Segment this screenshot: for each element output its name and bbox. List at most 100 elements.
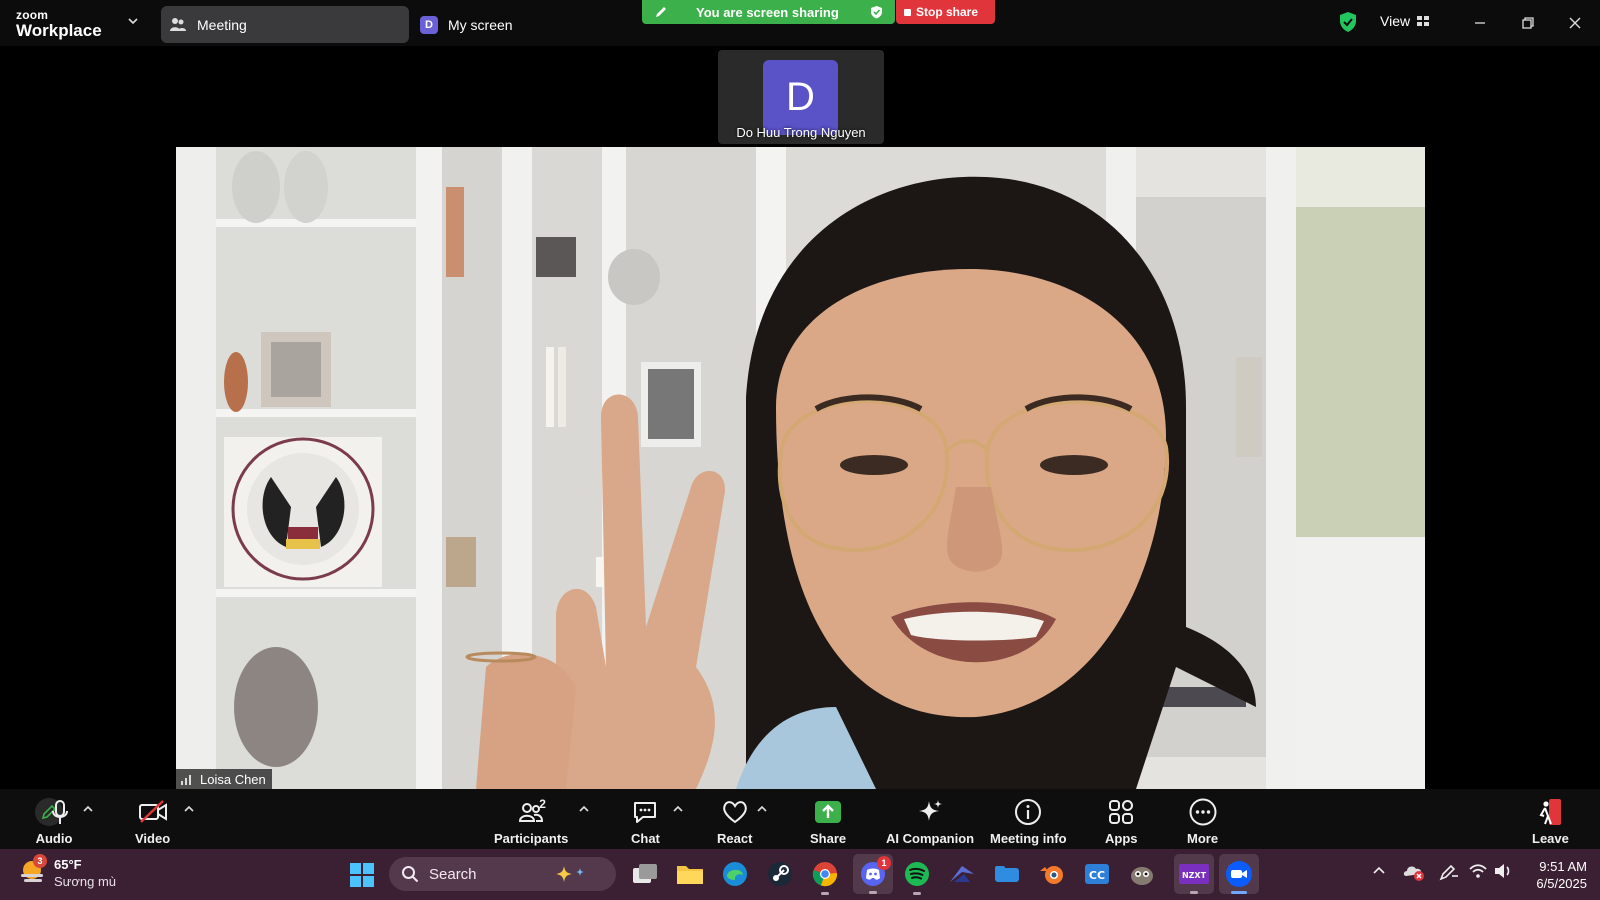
taskbar-search-input[interactable]: Search [389, 857, 616, 891]
chevron-down-icon[interactable] [126, 14, 140, 28]
more-button[interactable]: More [1187, 797, 1218, 846]
zoom-workplace-logo[interactable]: zoom Workplace [16, 9, 102, 39]
chrome-running-indicator [821, 892, 829, 895]
meeting-info-label: Meeting info [990, 831, 1067, 846]
security-shield-icon[interactable] [1338, 11, 1358, 33]
share-screen-icon [815, 801, 842, 823]
folder-app-icon[interactable] [992, 859, 1022, 889]
discord-notification-badge: 1 [877, 856, 891, 870]
zoom-app-icon[interactable] [1219, 854, 1259, 894]
view-label: View [1380, 13, 1411, 29]
share-label: Share [810, 831, 847, 846]
meeting-info-button[interactable]: Meeting info [990, 797, 1067, 846]
nzxt-cam-icon[interactable]: NZXT [1174, 854, 1214, 894]
screen-sharing-banner[interactable]: You are screen sharing [642, 0, 895, 24]
video-options-caret-icon[interactable] [183, 803, 195, 815]
task-view-icon[interactable] [630, 859, 660, 889]
leave-button[interactable]: Leave [1532, 797, 1569, 846]
thumbnail-participant-name: Do Huu Trong Nguyen [736, 125, 866, 140]
apps-button[interactable]: Apps [1105, 797, 1138, 846]
zoom-running-indicator [1231, 891, 1247, 894]
react-button[interactable]: React [717, 797, 752, 846]
file-explorer-icon[interactable] [675, 859, 705, 889]
system-clock[interactable]: 9:51 AM 6/5/2025 [1515, 858, 1587, 892]
video-label: Video [135, 831, 171, 846]
discord-running-indicator [869, 891, 877, 894]
participant-count: 2 [539, 797, 546, 811]
stop-icon [904, 8, 911, 16]
meeting-toolbar: Audio Video 2 Participants Chat React Sh… [0, 789, 1600, 849]
blender-icon[interactable] [1037, 859, 1067, 889]
close-button[interactable] [1562, 10, 1588, 36]
stop-share-label: Stop share [916, 5, 979, 19]
stop-share-button[interactable]: Stop share [896, 0, 995, 24]
heart-icon [722, 801, 747, 824]
annotate-pen-icon[interactable] [654, 5, 668, 19]
chrome-icon[interactable] [810, 859, 840, 895]
view-button[interactable]: View [1380, 13, 1430, 29]
search-icon [402, 866, 419, 883]
weather-condition: Sương mù [54, 874, 117, 889]
clock-date: 6/5/2025 [1536, 876, 1587, 891]
participant-thumbnail[interactable]: D Do Huu Trong Nguyen [718, 50, 884, 144]
windows-start-icon[interactable] [349, 862, 375, 888]
edge-browser-icon[interactable] [720, 859, 750, 889]
video-off-icon [138, 800, 167, 823]
participants-button[interactable]: 2 Participants [494, 797, 568, 846]
participants-icon [170, 17, 186, 31]
windows-taskbar: 3 65°F Sương mù Search 1 CC NZXT 9:51 AM… [0, 849, 1600, 900]
minimize-button[interactable] [1467, 10, 1493, 36]
participant-video-image [176, 147, 1425, 789]
spotify-running-indicator [913, 892, 921, 895]
title-bar: zoom Workplace Meeting D My screen You a… [0, 0, 1600, 46]
chat-button[interactable]: Chat [631, 797, 660, 846]
audio-label: Audio [35, 831, 73, 846]
wifi-icon[interactable] [1468, 862, 1488, 880]
volume-icon[interactable] [1493, 862, 1513, 880]
search-placeholder: Search [429, 865, 477, 883]
show-hidden-icons-chevron-icon[interactable] [1372, 864, 1386, 878]
restore-icon [1522, 17, 1534, 29]
svg-text:NZXT: NZXT [1182, 871, 1207, 880]
tab-my-screen-label: My screen [448, 16, 513, 33]
main-video-feed[interactable] [176, 147, 1425, 789]
weather-alert-badge: 3 [33, 854, 47, 868]
tab-meeting-label: Meeting [197, 16, 247, 33]
grid-view-icon [1417, 16, 1430, 26]
onedrive-error-icon[interactable] [1403, 862, 1425, 882]
sparkle-icon [919, 800, 943, 821]
audio-button[interactable]: Audio [34, 797, 74, 846]
more-icon [1189, 798, 1217, 826]
spotify-icon[interactable] [902, 859, 932, 895]
react-label: React [717, 831, 753, 846]
steam-icon[interactable] [765, 859, 795, 889]
react-options-caret-icon[interactable] [756, 803, 768, 815]
screen-sharing-status: You are screen sharing [696, 4, 839, 20]
gimp-icon[interactable] [1127, 859, 1157, 889]
video-button[interactable]: Video [135, 797, 170, 846]
ai-companion-label: AI Companion [886, 831, 975, 846]
tab-meeting[interactable]: Meeting [161, 6, 409, 43]
discord-icon[interactable]: 1 [853, 854, 893, 894]
cc-app-icon[interactable]: CC [1082, 859, 1112, 889]
leave-label: Leave [1532, 831, 1569, 846]
chat-icon [634, 802, 657, 823]
info-icon [1015, 799, 1042, 825]
clock-time: 9:51 AM [1539, 859, 1587, 874]
shield-check-icon [871, 6, 882, 19]
audio-options-caret-icon[interactable] [82, 803, 94, 815]
weather-widget[interactable]: 3 65°F Sương mù [18, 854, 117, 890]
weather-temperature: 65°F [54, 857, 82, 872]
chat-options-caret-icon[interactable] [672, 803, 684, 815]
wing-app-icon[interactable] [947, 859, 977, 889]
search-highlights-icon [556, 866, 584, 882]
participants-options-caret-icon[interactable] [578, 803, 590, 815]
pen-input-icon[interactable] [1438, 862, 1460, 882]
tab-my-screen[interactable]: D My screen [418, 6, 528, 43]
participants-label: Participants [494, 831, 569, 846]
close-icon [1569, 17, 1581, 29]
share-button[interactable]: Share [810, 797, 846, 846]
restore-button[interactable] [1515, 10, 1541, 36]
ai-companion-button[interactable]: AI Companion [886, 797, 974, 846]
svg-text:CC: CC [1089, 869, 1105, 882]
